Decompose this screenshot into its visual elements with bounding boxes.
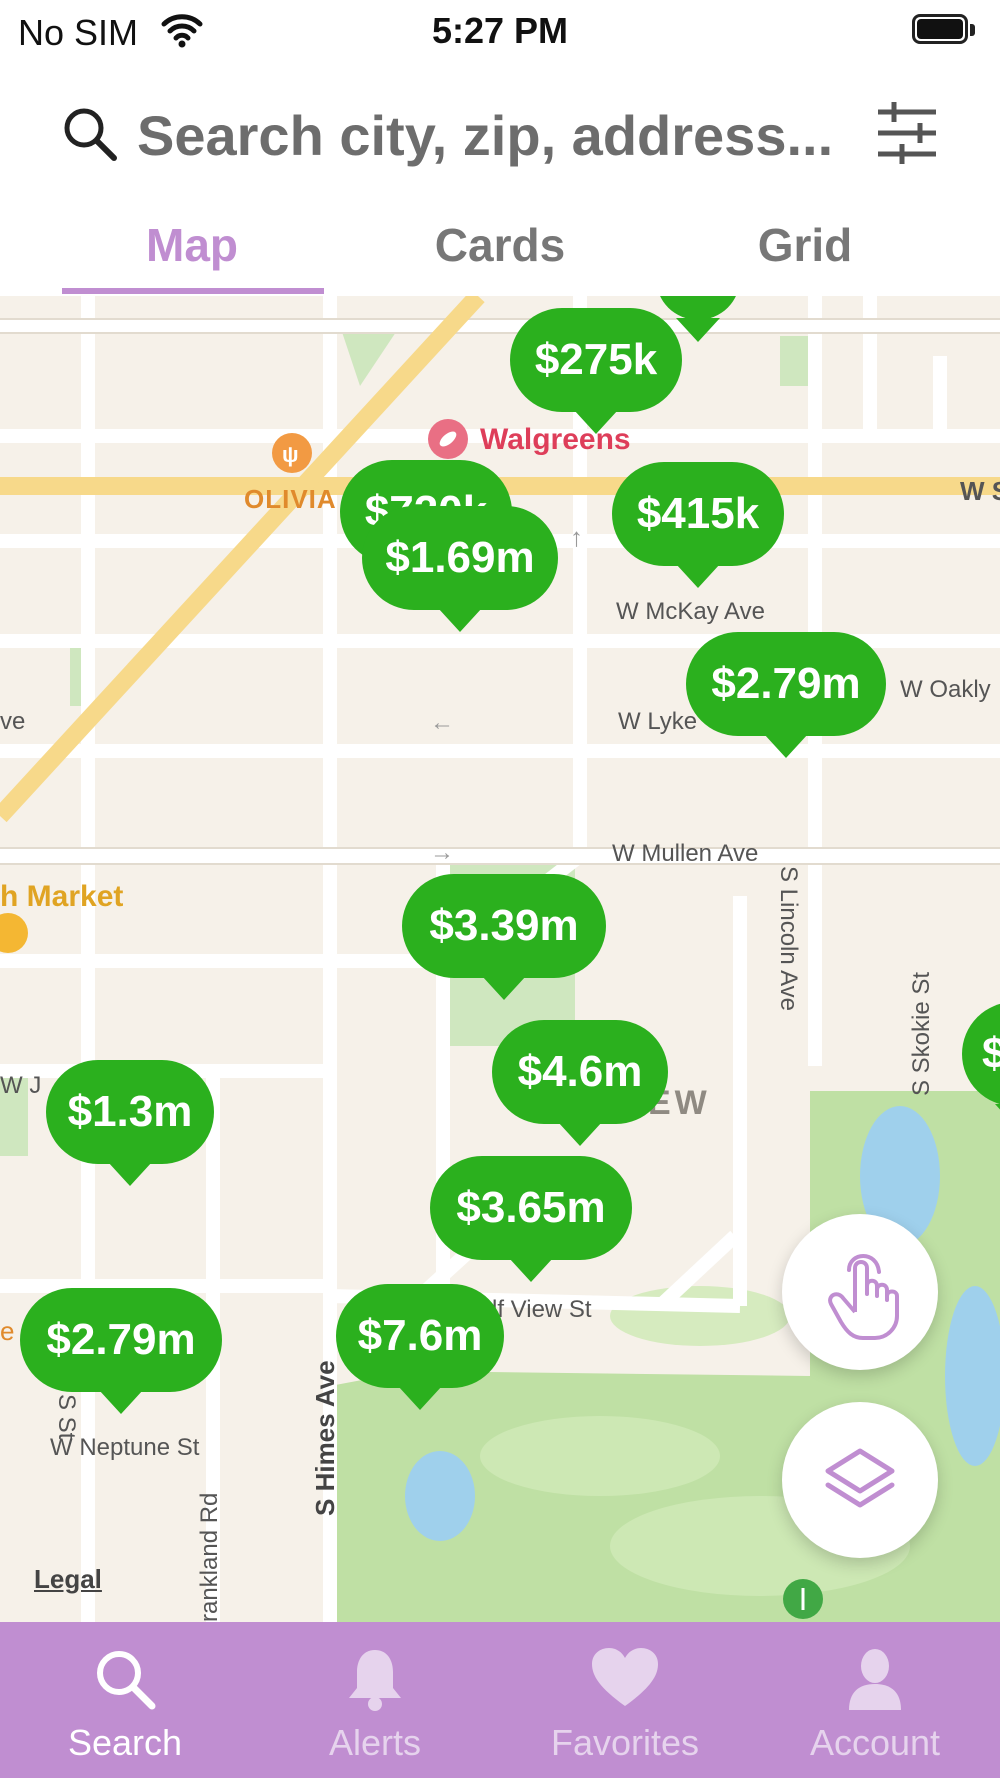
search-bar [0,80,1000,190]
search-icon [60,104,120,169]
nav-search-label: Search [67,1722,183,1763]
price-pin[interactable]: $2.79m [20,1288,222,1414]
battery-icon [912,14,982,48]
street-label-golfview: lf View St [492,1296,592,1323]
poi-olivia[interactable]: OLIVIA [244,484,337,515]
price-pin[interactable]: $7.6m [336,1284,504,1410]
status-bar: No SIM 5:27 PM [0,0,1000,64]
svg-text:←: ← [430,709,454,736]
draw-search-button[interactable] [782,1214,938,1370]
svg-text:→: → [430,839,454,866]
person-icon [750,1646,1000,1712]
price-pin[interactable]: $275k [510,308,682,434]
street-label-ve: ve [0,708,26,735]
street-label-mckay: W McKay Ave [616,598,765,625]
hand-pointer-icon [828,1254,899,1340]
street-label-skokie: S Skokie St [908,971,935,1096]
street-label-lyke: W Lyke [618,708,698,735]
street-label-wj: W J [0,1072,42,1099]
poi-market[interactable]: h Market [0,880,123,914]
price-pin[interactable]: $1.3m [46,1060,214,1186]
filter-sliders-icon[interactable] [872,98,942,168]
nav-search[interactable]: Search [0,1622,250,1778]
street-label-mullen: W Mullen Ave [612,840,759,867]
street-label-e: e [0,1316,15,1346]
search-icon [0,1646,250,1712]
tab-map[interactable]: Map [62,218,322,272]
price-pin[interactable]: $3.39m [402,874,606,1000]
nav-account-label: Account [809,1722,941,1763]
heart-icon [500,1646,750,1712]
street-label-frankland: rankland Rd [196,1492,223,1622]
nav-favorites-label: Favorites [550,1722,700,1763]
tab-grid[interactable]: Grid [675,218,935,272]
bell-icon [250,1646,500,1712]
tab-cards[interactable]: Cards [370,218,630,272]
price-pin[interactable]: $2.79m [686,632,886,758]
bottom-tab-bar: Search Alerts Favorites Account [0,1622,1000,1778]
svg-text:↑: ↑ [570,522,583,552]
active-tab-indicator [62,288,324,294]
street-label-oakly: W Oakly [900,676,991,703]
nav-account[interactable]: Account [750,1622,1000,1778]
nav-alerts[interactable]: Alerts [250,1622,500,1778]
price-pin[interactable]: $1.69m [362,506,558,632]
map-view[interactable]: ← → ↑ ψ W McKay Ave W Oakly W Lyke W Mul… [0,296,1000,1622]
search-input[interactable] [135,98,839,172]
street-label-himes: S Himes Ave [310,1360,340,1516]
price-pin[interactable]: $3.65m [430,1156,632,1282]
status-time: 5:27 PM [431,10,569,51]
street-label-ws: W S [960,476,1000,506]
price-pin[interactable]: $415k [612,462,784,588]
nav-alerts-label: Alerts [328,1722,422,1763]
map-layers-button[interactable] [782,1402,938,1558]
layers-icon [825,1448,895,1508]
street-label-lincoln: S Lincoln Ave [775,866,802,1011]
view-tabs: Map Cards Grid [0,190,1000,295]
nav-favorites[interactable]: Favorites [500,1622,750,1778]
street-label-sst: S St [53,1394,80,1440]
map-legal-link[interactable]: Legal [34,1564,102,1595]
svg-text:ψ: ψ [282,442,299,467]
price-pin[interactable]: $4.6m [492,1020,668,1146]
